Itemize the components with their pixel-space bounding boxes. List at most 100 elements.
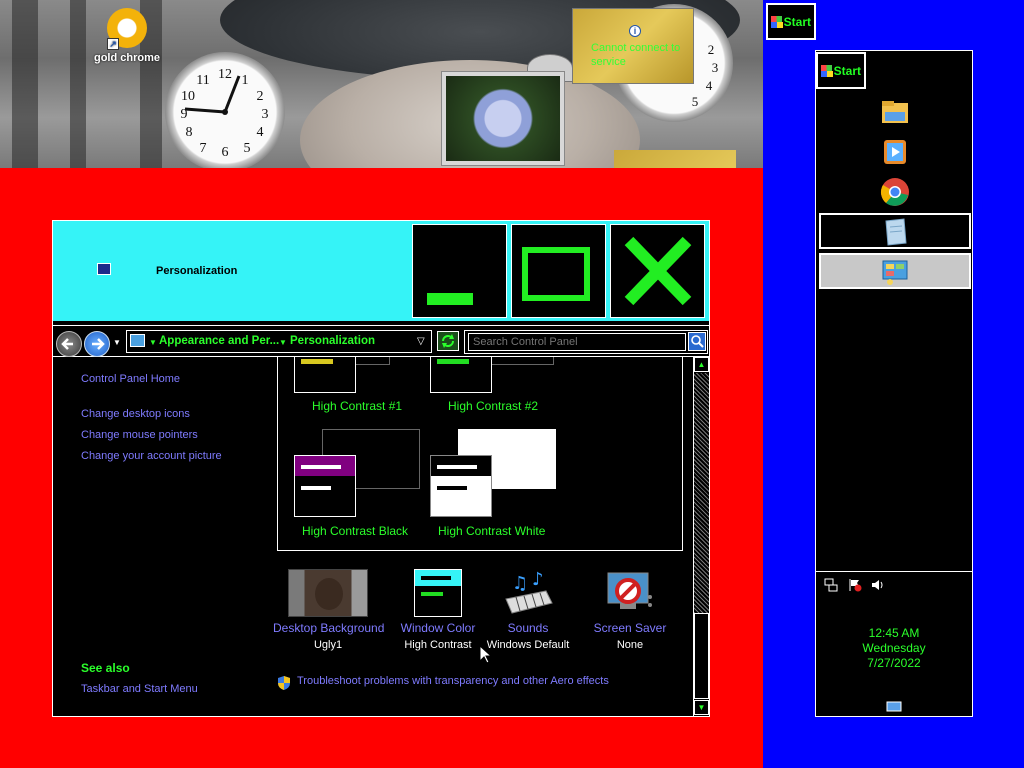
clock-face-icon: 12 12 345 678 91011 — [181, 67, 269, 160]
info-icon: i — [629, 25, 641, 37]
refresh-button[interactable] — [437, 331, 459, 351]
svg-text:1: 1 — [242, 73, 249, 88]
action-center-icon[interactable] — [848, 578, 862, 592]
back-button[interactable] — [56, 331, 82, 357]
title-bar[interactable]: Personalization — [53, 221, 709, 321]
forward-arrow-icon — [92, 338, 105, 350]
svg-text:♪: ♪ — [532, 569, 544, 590]
start-button-top[interactable]: Start — [766, 3, 816, 40]
desktop-icon-gold-chrome[interactable]: ↗ gold chrome — [92, 8, 162, 64]
breadcrumb-personalization[interactable]: Personalization — [290, 335, 375, 347]
theme-preview — [430, 357, 492, 393]
address-bar: ▼ ▼ Appearance and Per... ▼ Personalizat… — [53, 325, 709, 357]
item-value: Ugly1 — [313, 639, 343, 651]
screen-saver-icon — [607, 572, 652, 609]
search-button[interactable] — [688, 332, 706, 351]
personalization-window: Personalization ▼ ▼ Appearance and Per..… — [52, 220, 710, 717]
address-box[interactable]: ▼ Appearance and Per... ▼ Personalizatio… — [126, 330, 432, 353]
taskbar: Start 12:45 AM Wednesday 7/27/2022 — [815, 50, 973, 717]
clock-day[interactable]: Wednesday — [816, 641, 972, 655]
chrome-shortcut-icon: ↗ — [107, 8, 147, 50]
sounds-icon: ♫ ♪ — [505, 569, 553, 614]
notepad-icon — [880, 217, 910, 247]
notification-area: 12:45 AM Wednesday 7/27/2022 — [816, 571, 972, 716]
item-value: None — [616, 639, 644, 651]
screen-saver-item[interactable]: Screen Saver None — [575, 569, 685, 651]
breadcrumb-separator-icon: ▼ — [149, 338, 157, 347]
slideshow-gadget[interactable] — [441, 71, 565, 166]
scroll-track[interactable] — [694, 373, 709, 613]
troubleshoot-link[interactable]: Troubleshoot problems with transparency … — [297, 675, 609, 687]
svg-text:6: 6 — [222, 145, 229, 160]
vertical-scrollbar[interactable]: ▲ ▼ — [693, 357, 709, 716]
show-desktop-icon[interactable] — [886, 700, 902, 712]
maximize-button[interactable] — [511, 224, 606, 318]
address-dropdown-icon[interactable]: ▽ — [417, 336, 425, 347]
svg-text:10: 10 — [181, 89, 195, 104]
clock-gadget[interactable]: 12 1 2 345 678 9 10 11 — [165, 52, 285, 168]
maximize-icon — [522, 247, 590, 301]
scroll-down-button[interactable]: ▼ — [694, 700, 709, 715]
svg-text:2: 2 — [708, 42, 715, 57]
windows-logo-icon — [821, 64, 833, 77]
sounds-item[interactable]: ♫ ♪ Sounds Windows Default — [473, 569, 583, 651]
theme-label: High Contrast #1 — [312, 399, 403, 413]
refresh-icon — [442, 334, 454, 348]
recent-pages-dropdown[interactable]: ▼ — [113, 338, 121, 347]
media-player-icon[interactable] — [880, 137, 910, 167]
theme-high-contrast-1[interactable]: High Contrast #1 — [292, 357, 422, 417]
taskbar-slot-control-panel[interactable] — [819, 253, 971, 289]
change-account-picture-link[interactable]: Change your account picture — [81, 450, 222, 462]
theme-preview — [294, 455, 356, 517]
breadcrumb-separator-icon: ▼ — [279, 338, 287, 347]
mouse-cursor-icon — [479, 645, 493, 664]
taskbar-start-menu-link[interactable]: Taskbar and Start Menu — [81, 683, 198, 695]
control-panel-home-link[interactable]: Control Panel Home — [81, 373, 180, 385]
see-also-heading: See also — [81, 661, 130, 675]
item-label: Desktop Background — [273, 621, 385, 635]
close-button[interactable] — [610, 224, 705, 318]
start-label: Start — [783, 14, 811, 29]
forward-button[interactable] — [84, 331, 110, 357]
clock-time[interactable]: 12:45 AM — [816, 626, 972, 640]
taskbar-slot-notepad[interactable] — [819, 213, 971, 249]
search-input[interactable] — [468, 333, 686, 351]
svg-text:4: 4 — [706, 78, 713, 93]
minimize-button[interactable] — [412, 224, 507, 318]
scroll-up-button[interactable]: ▲ — [694, 357, 709, 372]
theme-list: High Contrast #1 High Contrast #2 High C… — [277, 357, 683, 551]
svg-text:8: 8 — [186, 125, 193, 140]
svg-text:7: 7 — [200, 141, 207, 156]
shield-icon — [277, 675, 291, 691]
svg-text:3: 3 — [262, 107, 269, 122]
network-icon[interactable] — [824, 578, 838, 592]
start-button[interactable]: Start — [816, 52, 866, 89]
change-mouse-pointers-link[interactable]: Change mouse pointers — [81, 429, 198, 441]
desktop-background-item[interactable]: Desktop Background Ugly1 — [273, 569, 385, 651]
svg-text:3: 3 — [712, 60, 719, 75]
back-arrow-icon — [61, 338, 73, 350]
start-label: Start — [833, 63, 861, 78]
scroll-thumb[interactable] — [694, 613, 709, 699]
item-label: Screen Saver — [593, 621, 667, 635]
search-icon — [691, 335, 704, 348]
desktop-wallpaper: ↗ gold chrome 12 1 2 345 678 9 10 11 2345 i … — [0, 0, 763, 168]
theme-high-contrast-2[interactable]: High Contrast #2 — [428, 357, 558, 417]
svg-text:5: 5 — [692, 94, 699, 109]
desktop-background-icon — [288, 569, 368, 617]
chrome-icon[interactable] — [880, 177, 910, 207]
clock-date[interactable]: 7/27/2022 — [816, 656, 972, 670]
windows-logo-icon — [771, 15, 783, 28]
theme-preview — [294, 357, 356, 393]
theme-high-contrast-white[interactable]: High Contrast White — [428, 429, 568, 541]
file-explorer-icon[interactable] — [880, 97, 910, 127]
search-box — [464, 330, 708, 354]
volume-icon[interactable] — [871, 578, 885, 592]
info-gadget-text: Cannot connect to service — [591, 42, 681, 68]
info-gadget[interactable]: i Cannot connect to service — [572, 8, 694, 84]
svg-text:11: 11 — [196, 73, 209, 88]
theme-label: High Contrast Black — [302, 524, 409, 538]
breadcrumb-appearance[interactable]: Appearance and Per... — [159, 335, 279, 347]
change-desktop-icons-link[interactable]: Change desktop icons — [81, 408, 190, 420]
theme-high-contrast-black[interactable]: High Contrast Black — [292, 429, 432, 541]
